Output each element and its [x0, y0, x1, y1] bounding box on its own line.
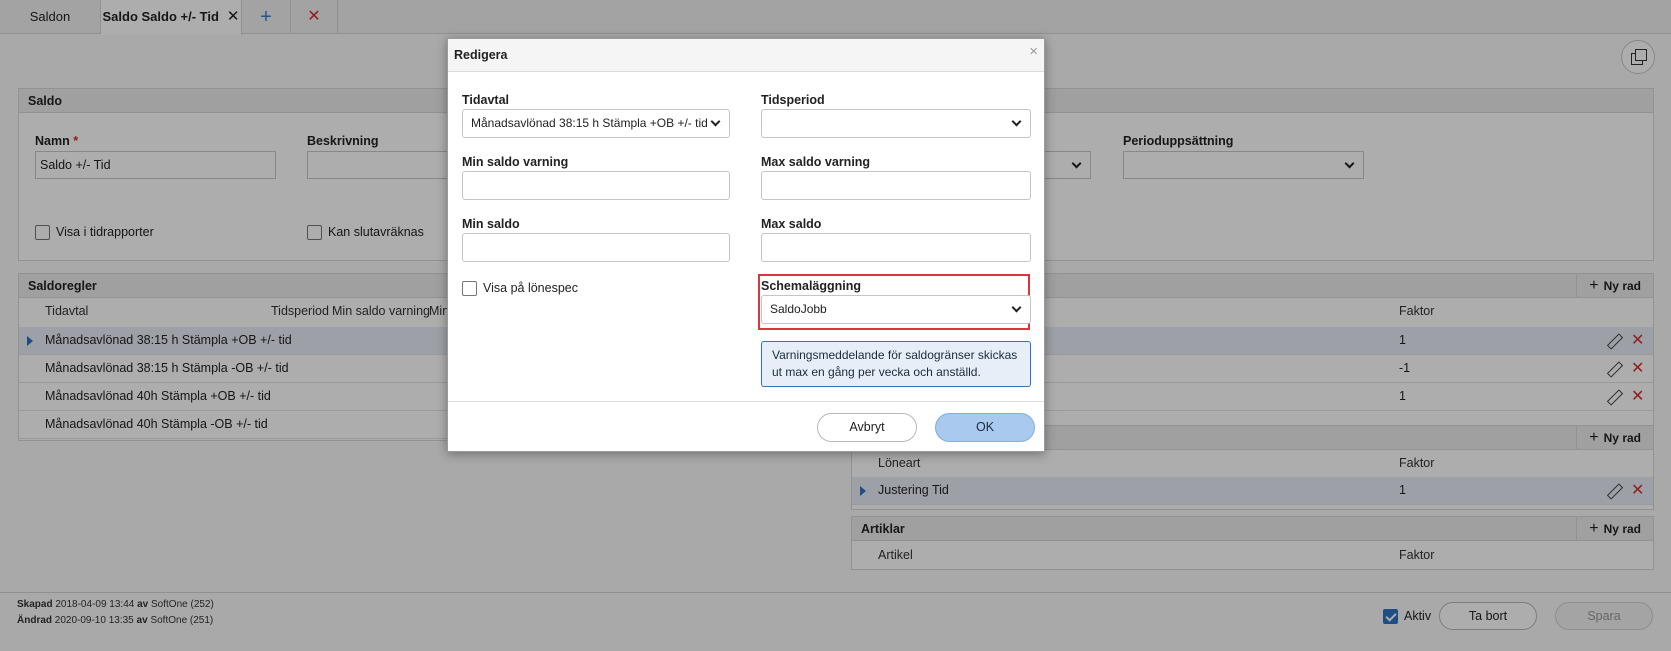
cancel-button[interactable]: Avbryt [817, 413, 917, 442]
tidavtal-select[interactable]: Månadsavlönad 38:15 h Stämpla +OB +/- ti… [462, 109, 730, 138]
max-saldo-varning-label: Max saldo varning [761, 155, 871, 169]
tidsperiod-label: Tidsperiod [761, 93, 825, 107]
max-saldo-label: Max saldo [761, 217, 822, 231]
min-saldo-input[interactable] [462, 233, 730, 262]
chevron-down-icon [710, 116, 721, 127]
schemalaggning-label: Schemaläggning [761, 279, 862, 293]
visa-pa-lonespec-checkbox[interactable]: Visa på lönespec [462, 280, 578, 297]
tidavtal-label: Tidavtal [462, 93, 510, 107]
max-saldo-input[interactable] [761, 233, 1031, 262]
edit-dialog: Redigera × Tidavtal Månadsavlönad 38:15 … [447, 38, 1045, 452]
info-message: Varningsmeddelande för saldogränser skic… [761, 341, 1031, 387]
chevron-down-icon [1011, 116, 1022, 127]
dialog-header: Redigera × [448, 39, 1044, 72]
ok-button[interactable]: OK [935, 413, 1035, 442]
min-saldo-varning-input[interactable] [462, 171, 730, 200]
dialog-title: Redigera [454, 48, 508, 62]
min-saldo-varning-label: Min saldo varning [462, 155, 569, 169]
tidsperiod-select[interactable] [761, 109, 1031, 138]
max-saldo-varning-input[interactable] [761, 171, 1031, 200]
schemalaggning-select[interactable]: SaldoJobb [761, 295, 1031, 324]
min-saldo-label: Min saldo [462, 217, 520, 231]
dialog-footer-divider [448, 401, 1044, 402]
chevron-down-icon [1011, 302, 1022, 313]
close-icon[interactable]: × [1029, 43, 1038, 60]
